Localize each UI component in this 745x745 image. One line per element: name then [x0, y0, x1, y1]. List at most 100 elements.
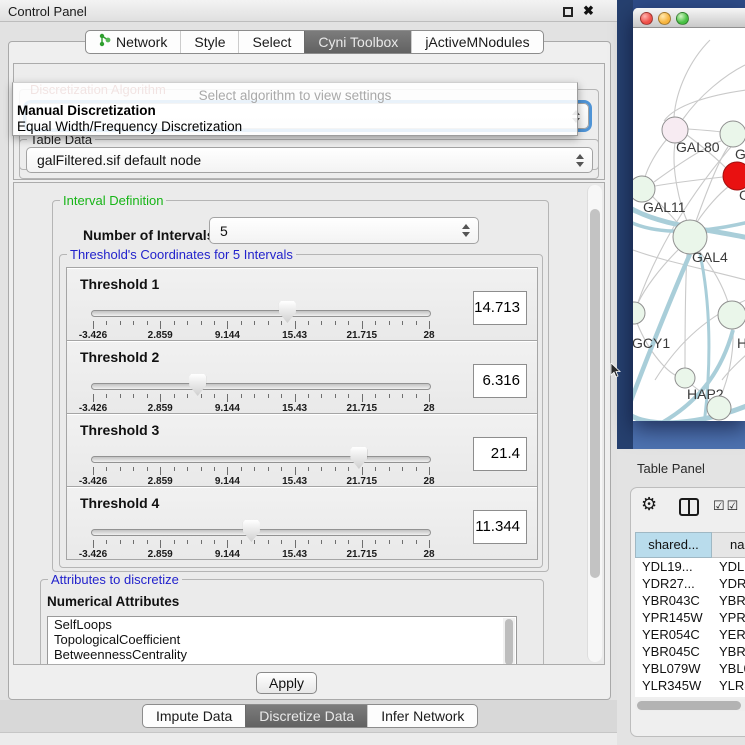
- minor-tick: [321, 467, 322, 471]
- zoom-traffic-light[interactable]: [676, 12, 689, 25]
- major-tick: [429, 321, 430, 329]
- minor-tick: [147, 394, 148, 398]
- network-window-titlebar: [633, 8, 745, 28]
- cell-name: YBL0: [712, 660, 745, 677]
- network-canvas[interactable]: GAL80GACGAL11GAL4GCY1HHAP2: [633, 28, 745, 421]
- threshold-slider[interactable]: -3.4262.8599.14415.4321.71528: [91, 447, 431, 487]
- network-node-hap2[interactable]: [675, 368, 695, 388]
- tab-cyni-toolbox[interactable]: Cyni Toolbox: [304, 31, 411, 53]
- numerical-attributes-list[interactable]: SelfLoopsTopologicalCoefficientBetweenne…: [47, 616, 517, 665]
- minor-tick: [348, 540, 349, 544]
- network-node-c[interactable]: [723, 162, 745, 190]
- table-panel-title: Table Panel: [637, 461, 705, 476]
- cell-name: YDR2: [712, 575, 745, 592]
- major-tick: [429, 394, 430, 402]
- slider-thumb[interactable]: [279, 301, 296, 323]
- minor-tick: [201, 467, 202, 471]
- minor-tick: [389, 540, 390, 544]
- tab-impute-data[interactable]: Impute Data: [143, 705, 245, 727]
- table-row[interactable]: YDL19...YDL1: [635, 558, 745, 575]
- slider-track[interactable]: [91, 529, 431, 536]
- number-of-intervals-combobox[interactable]: 5: [209, 217, 479, 244]
- column-header-name[interactable]: na: [712, 532, 745, 558]
- threshold-slider[interactable]: -3.4262.8599.14415.4321.71528: [91, 374, 431, 414]
- network-node[interactable]: [707, 396, 731, 420]
- apply-button[interactable]: Apply: [256, 672, 317, 694]
- major-tick: [160, 394, 161, 402]
- attributes-list-scrollbar[interactable]: [503, 618, 515, 665]
- tab-discretize-data[interactable]: Discretize Data: [245, 705, 367, 727]
- split-columns-icon[interactable]: [679, 498, 699, 516]
- network-node-gcy1[interactable]: [633, 302, 645, 324]
- slider-thumb[interactable]: [189, 374, 206, 396]
- tab-style[interactable]: Style: [180, 31, 238, 53]
- minor-tick: [268, 321, 269, 325]
- scrollbar-thumb[interactable]: [505, 619, 513, 665]
- table-row[interactable]: YDR27...YDR2: [635, 575, 745, 592]
- tab-infer-network[interactable]: Infer Network: [367, 705, 477, 727]
- minor-tick: [281, 321, 282, 325]
- tab-select[interactable]: Select: [238, 31, 304, 53]
- attribute-list-item[interactable]: SelfLoops: [48, 617, 516, 632]
- node-label: GA: [735, 146, 745, 162]
- major-tick: [227, 467, 228, 475]
- float-window-icon[interactable]: [563, 7, 573, 17]
- threshold-slider[interactable]: -3.4262.8599.14415.4321.71528: [91, 301, 431, 341]
- slider-thumb[interactable]: [350, 447, 367, 469]
- network-node-h[interactable]: [718, 301, 745, 329]
- gear-icon[interactable]: ⚙: [641, 494, 657, 515]
- minor-tick: [308, 321, 309, 325]
- threshold-value-field[interactable]: 11.344: [473, 510, 527, 544]
- minor-tick: [106, 540, 107, 544]
- slider-track[interactable]: [91, 310, 431, 317]
- cell-name: YIL0: [712, 694, 745, 697]
- column-checkboxes-icon[interactable]: ☑☑: [713, 498, 740, 514]
- tab-network[interactable]: Network: [86, 31, 180, 53]
- scrollbar-thumb[interactable]: [637, 701, 741, 710]
- tab-label: Network: [116, 31, 167, 53]
- threshold-value-field[interactable]: 6.316: [473, 364, 527, 398]
- settings-vertical-scrollbar[interactable]: [587, 185, 602, 662]
- table-row[interactable]: YBL079WYBL0: [635, 660, 745, 677]
- table-row[interactable]: YBR045CYBR0: [635, 643, 745, 660]
- slider-track[interactable]: [91, 456, 431, 463]
- minimize-traffic-light[interactable]: [658, 12, 671, 25]
- table-row[interactable]: YPR145WYPR1: [635, 609, 745, 626]
- table-row[interactable]: YLR345WYLR3: [635, 677, 745, 694]
- table-data-combobox[interactable]: galFiltered.sif default node: [26, 147, 593, 173]
- minor-tick: [375, 394, 376, 398]
- table-row[interactable]: YER054CYER0: [635, 626, 745, 643]
- tab-jactivemnodules[interactable]: jActiveMNodules: [411, 31, 542, 53]
- cell-shared-name: YPR145W: [635, 609, 712, 626]
- minor-tick: [402, 467, 403, 471]
- column-header-shared[interactable]: shared...: [635, 532, 712, 558]
- attribute-list-item[interactable]: TopologicalCoefficient: [48, 632, 516, 647]
- table-horizontal-scrollbar[interactable]: [635, 699, 745, 711]
- table-row[interactable]: YIL052CYIL0: [635, 694, 745, 697]
- slider-track[interactable]: [91, 383, 431, 390]
- threshold-slider[interactable]: -3.4262.8599.14415.4321.71528: [91, 520, 431, 560]
- slider-thumb[interactable]: [243, 520, 260, 542]
- threshold-value-field[interactable]: 14.713: [473, 291, 527, 325]
- tab-label: Select: [252, 31, 291, 53]
- minor-tick: [402, 394, 403, 398]
- threshold-title: Threshold 3: [80, 422, 159, 438]
- combo-stepper-icon[interactable]: [460, 218, 472, 243]
- attribute-list-item[interactable]: BetweennessCentrality: [48, 647, 516, 662]
- popup-option-manual-discretization[interactable]: Manual Discretization: [17, 103, 156, 118]
- close-icon[interactable]: ✖: [583, 3, 594, 19]
- combo-stepper-icon[interactable]: [574, 148, 586, 172]
- minor-tick: [335, 394, 336, 398]
- table-row[interactable]: YBR043CYBR0: [635, 592, 745, 609]
- major-tick: [295, 540, 296, 548]
- popup-option-equal-width-frequency[interactable]: Equal Width/Frequency Discretization: [17, 119, 242, 134]
- major-tick: [227, 540, 228, 548]
- threshold-value-field[interactable]: 21.4: [473, 437, 527, 471]
- tick-label: 28: [423, 549, 434, 560]
- close-traffic-light[interactable]: [640, 12, 653, 25]
- table-body[interactable]: YDL19...YDL1YDR27...YDR2YBR043CYBR0YPR14…: [635, 558, 745, 697]
- network-node-ga[interactable]: [720, 121, 745, 147]
- major-tick: [429, 540, 430, 548]
- scrollbar-thumb[interactable]: [590, 209, 600, 578]
- minor-tick: [348, 467, 349, 471]
